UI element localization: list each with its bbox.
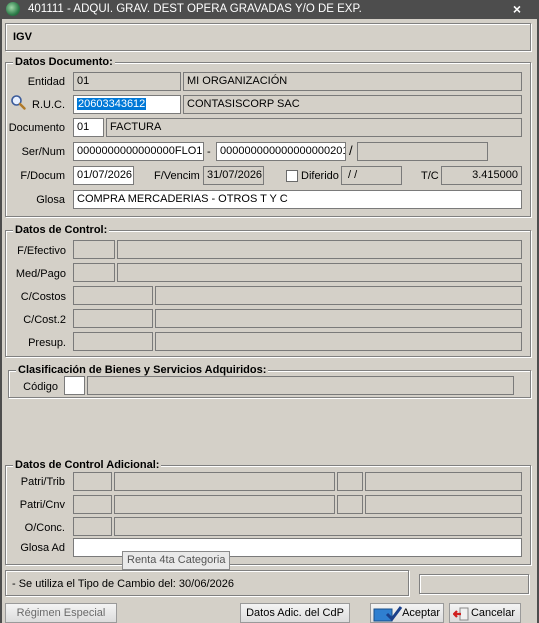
medpago-code-field[interactable]: [73, 263, 115, 282]
oconc-code-field[interactable]: [73, 517, 112, 536]
aceptar-button[interactable]: Aceptar: [370, 603, 444, 623]
diferido-checkbox[interactable]: [286, 170, 298, 182]
presup-label: Presup.: [28, 337, 66, 349]
fdocum-input[interactable]: 01/07/2026: [73, 166, 134, 185]
patritrib-desc2-field: [365, 472, 522, 491]
patricnv-code-field[interactable]: [73, 495, 112, 514]
cancelar-button[interactable]: Cancelar: [449, 603, 521, 623]
tc-field: 3.415000: [441, 166, 522, 185]
patricnv-label: Patri/Cnv: [19, 499, 65, 511]
cancelar-label: Cancelar: [470, 607, 515, 619]
datos-documento-legend: Datos Documento:: [13, 56, 115, 68]
patricnv-code2-field[interactable]: [337, 495, 363, 514]
patritrib-desc-field: [114, 472, 335, 491]
serie-number-separator: -: [207, 146, 211, 158]
codigo-desc-field: [87, 376, 514, 395]
presup-desc-field: [155, 332, 522, 351]
numero-extra-field: [357, 142, 488, 161]
status-aux-panel: [419, 574, 529, 594]
ruc-value: 20603343612: [77, 98, 147, 110]
fefectivo-code-field[interactable]: [73, 240, 115, 259]
ruc-name-field: CONTASISCORP SAC: [183, 95, 522, 114]
number-extra-separator: /: [349, 143, 353, 158]
tax-header-panel: IGV: [5, 23, 531, 51]
patricnv-desc2-field: [365, 495, 522, 514]
patricnv-desc-field: [114, 495, 335, 514]
patritrib-label: Patri/Trib: [20, 476, 65, 488]
ccost2-label: C/Cost.2: [23, 314, 66, 326]
entidad-name-field: MI ORGANIZACIÓN: [183, 72, 522, 91]
medpago-desc-field: [117, 263, 522, 282]
diferido-date-field[interactable]: / /: [341, 166, 402, 185]
fdocum-label: F/Docum: [20, 170, 65, 182]
aceptar-label: Aceptar: [402, 607, 440, 619]
status-panel: - Se utiliza el Tipo de Cambio del: 30/0…: [5, 570, 409, 596]
ccostos-label: C/Costos: [20, 291, 66, 303]
fefectivo-desc-field: [117, 240, 522, 259]
cancel-icon: [453, 607, 469, 621]
tc-label: T/C: [421, 170, 439, 182]
clasificacion-legend: Clasificación de Bienes y Servicios Adqu…: [16, 364, 269, 376]
fvencim-field[interactable]: 31/07/2026: [203, 166, 264, 185]
ruc-input[interactable]: 20603343612: [73, 95, 181, 114]
app-icon: [6, 2, 20, 16]
regimen-especial-button[interactable]: Régimen Especial: [5, 603, 117, 623]
window-title: 401111 - ADQUI. GRAV. DEST OPERA GRAVADA…: [28, 3, 362, 15]
codigo-input[interactable]: [64, 376, 85, 395]
fefectivo-label: F/Efectivo: [17, 245, 66, 257]
codigo-label: Código: [23, 381, 58, 393]
diferido-label: Diferido: [301, 170, 339, 182]
status-message: - Se utiliza el Tipo de Cambio del: 30/0…: [12, 578, 234, 590]
entidad-label: Entidad: [27, 76, 65, 88]
fvencim-label: F/Vencim: [154, 170, 200, 182]
entidad-code-field[interactable]: 01: [73, 72, 181, 91]
documento-label: Documento: [8, 122, 65, 134]
tax-label: IGV: [13, 31, 32, 43]
search-icon[interactable]: [10, 94, 26, 110]
presup-code-field[interactable]: [73, 332, 153, 351]
documento-code-input[interactable]: 01: [73, 118, 104, 137]
accept-icon: [373, 606, 403, 622]
serie-input[interactable]: 0000000000000000FLO1: [73, 142, 204, 161]
patritrib-code2-field[interactable]: [337, 472, 363, 491]
glosaad-label: Glosa Ad: [20, 542, 65, 554]
ruc-label: R.U.C.: [32, 99, 65, 111]
ccostos-code-field[interactable]: [73, 286, 153, 305]
close-icon[interactable]: ×: [508, 1, 526, 17]
datos-adic-cdp-button[interactable]: Datos Adic. del CdP: [240, 603, 350, 623]
oconc-desc-field: [114, 517, 522, 536]
medpago-label: Med/Pago: [15, 268, 66, 280]
ccost2-desc-field: [155, 309, 522, 328]
ccost2-code-field[interactable]: [73, 309, 153, 328]
title-bar: 401111 - ADQUI. GRAV. DEST OPERA GRAVADA…: [0, 0, 539, 19]
numero-input[interactable]: 000000000000000000201: [216, 142, 346, 161]
ccostos-desc-field: [155, 286, 522, 305]
documento-name-field: FACTURA: [106, 118, 522, 137]
glosa-input[interactable]: COMPRA MERCADERIAS - OTROS T Y C: [73, 190, 522, 209]
datos-control-legend: Datos de Control:: [13, 224, 110, 236]
renta-tooltip: Renta 4ta Categoria: [122, 551, 231, 570]
patritrib-code-field[interactable]: [73, 472, 112, 491]
sernum-label: Ser/Num: [21, 146, 65, 158]
oconc-label: O/Conc.: [24, 522, 65, 534]
glosa-label: Glosa: [36, 194, 65, 206]
control-adicional-legend: Datos de Control Adicional:: [13, 459, 162, 471]
